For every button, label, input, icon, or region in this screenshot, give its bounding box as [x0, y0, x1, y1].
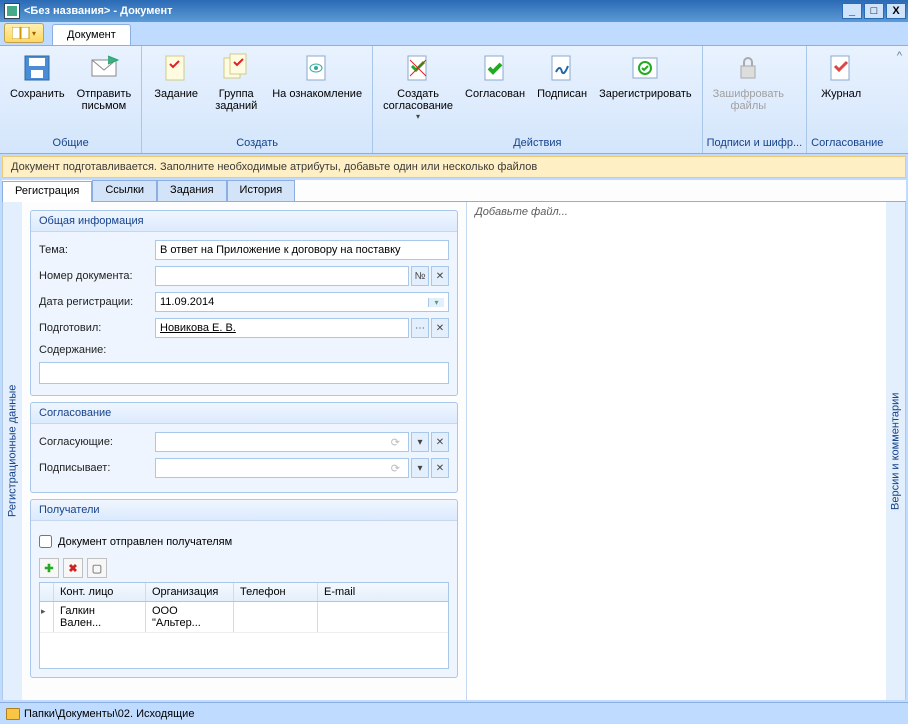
tab-document[interactable]: Документ [52, 24, 131, 45]
preparedby-label: Подготовил: [39, 322, 155, 334]
sent-checkbox[interactable] [39, 535, 52, 548]
docnum-input[interactable] [155, 266, 409, 286]
add-recipient-button[interactable]: ✚ [39, 558, 59, 578]
review-icon [301, 52, 333, 84]
col-email[interactable]: E-mail [318, 583, 402, 601]
create-approval-button[interactable]: Создать согласование ▾ [377, 48, 459, 123]
breadcrumb[interactable]: Папки\Документы\02. Исходящие [24, 708, 194, 720]
sent-label: Документ отправлен получателям [58, 536, 232, 548]
review-button[interactable]: На ознакомление [266, 48, 368, 102]
dropdown-icon: ▾ [416, 112, 420, 121]
content-textarea[interactable] [39, 362, 449, 384]
fieldset-approval: Согласование Согласующие: ⟳ ▾ ✕ Подписыв… [30, 402, 458, 493]
dropdown-icon[interactable]: ▾ [428, 298, 444, 307]
signed-button[interactable]: Подписан [531, 48, 593, 102]
task-icon [160, 52, 192, 84]
ribbon-group-label: Действия [377, 135, 698, 153]
journal-icon [825, 52, 857, 84]
journal-button[interactable]: Журнал [811, 48, 871, 102]
signer-label: Подписывает: [39, 462, 155, 474]
preparedby-lookup-button[interactable]: ⋯ [411, 318, 429, 338]
col-phone[interactable]: Телефон [234, 583, 318, 601]
tab-tasks[interactable]: Задания [157, 180, 226, 201]
approval-new-icon [402, 52, 434, 84]
tab-links[interactable]: Ссылки [92, 180, 157, 201]
app-tab-bar: ▾ Документ [0, 22, 908, 46]
signer-clear-button[interactable]: ✕ [431, 458, 449, 478]
ribbon-group-label: Общие [4, 135, 137, 153]
register-button[interactable]: Зарегистрировать [593, 48, 698, 102]
ribbon: ^ Сохранить Отправить письмом Общие Зада… [0, 46, 908, 154]
task-group-icon [220, 52, 252, 84]
docnum-label: Номер документа: [39, 270, 155, 282]
approvers-input[interactable]: ⟳ [155, 432, 409, 452]
check-recipient-button[interactable]: ▢ [87, 558, 107, 578]
fieldset-recipients: Получатели Документ отправлен получателя… [30, 499, 458, 678]
tab-history[interactable]: История [227, 180, 296, 201]
docnum-clear-button[interactable]: ✕ [431, 266, 449, 286]
preparedby-clear-button[interactable]: ✕ [431, 318, 449, 338]
app-icon [4, 3, 20, 19]
fieldset-title: Согласование [31, 403, 457, 424]
approvers-label: Согласующие: [39, 436, 155, 448]
email-icon [88, 52, 120, 84]
lock-icon [732, 52, 764, 84]
content-label: Содержание: [39, 344, 155, 356]
window-title: <Без названия> - Документ [24, 5, 842, 17]
preparedby-input[interactable]: Новикова Е. В. [155, 318, 409, 338]
table-row[interactable]: Галкин Вален... ООО "Альтер... [40, 602, 448, 633]
task-button[interactable]: Задание [146, 48, 206, 102]
regdate-input[interactable]: 11.09.2014 ▾ [155, 292, 449, 312]
delete-recipient-button[interactable]: ✖ [63, 558, 83, 578]
col-contact[interactable]: Конт. лицо [54, 583, 146, 601]
file-placeholder: Добавьте файл... [475, 206, 568, 218]
approvers-clear-button[interactable]: ✕ [431, 432, 449, 452]
status-bar: Папки\Документы\02. Исходящие [0, 702, 908, 724]
minimize-button[interactable]: _ [842, 3, 862, 19]
fieldset-general: Общая информация Тема: Номер документа: … [30, 210, 458, 396]
regdate-label: Дата регистрации: [39, 296, 155, 308]
save-icon [21, 52, 53, 84]
sidebar-left-registration-data[interactable]: Регистрационные данные [2, 202, 22, 700]
info-bar: Документ подготавливается. Заполните нео… [2, 156, 906, 178]
approved-icon [479, 52, 511, 84]
fieldset-title: Получатели [31, 500, 457, 521]
task-group-button[interactable]: Группа заданий [206, 48, 266, 114]
signed-icon [546, 52, 578, 84]
fieldset-title: Общая информация [31, 211, 457, 232]
encrypt-button: Зашифровать файлы [707, 48, 790, 114]
close-button[interactable]: X [886, 3, 906, 19]
ribbon-collapse-icon[interactable]: ^ [897, 50, 902, 62]
signer-dropdown-button[interactable]: ▾ [411, 458, 429, 478]
doc-tabs: Регистрация Ссылки Задания История [2, 180, 906, 202]
col-org[interactable]: Организация [146, 583, 234, 601]
folder-icon [6, 708, 20, 720]
save-button[interactable]: Сохранить [4, 48, 71, 102]
register-icon [629, 52, 661, 84]
ribbon-group-label: Создать [146, 135, 368, 153]
app-menu-button[interactable]: ▾ [4, 23, 44, 43]
recipients-grid: Конт. лицо Организация Телефон E-mail Га… [39, 582, 449, 669]
subject-input[interactable] [155, 240, 449, 260]
tab-registration[interactable]: Регистрация [2, 181, 92, 202]
ribbon-group-label: Подписи и шифр... [707, 135, 803, 153]
docnum-generate-button[interactable]: № [411, 266, 429, 286]
approved-button[interactable]: Согласован [459, 48, 531, 102]
sidebar-right-versions[interactable]: Версии и комментарии [886, 202, 906, 700]
maximize-button[interactable]: □ [864, 3, 884, 19]
file-drop-pane[interactable]: Добавьте файл... [466, 202, 886, 700]
signer-input[interactable]: ⟳ [155, 458, 409, 478]
send-email-button[interactable]: Отправить письмом [71, 48, 138, 114]
ribbon-group-label: Согласование [811, 135, 883, 153]
form-pane: Общая информация Тема: Номер документа: … [22, 202, 466, 700]
approvers-dropdown-button[interactable]: ▾ [411, 432, 429, 452]
subject-label: Тема: [39, 244, 155, 256]
title-bar: <Без названия> - Документ _ □ X [0, 0, 908, 22]
